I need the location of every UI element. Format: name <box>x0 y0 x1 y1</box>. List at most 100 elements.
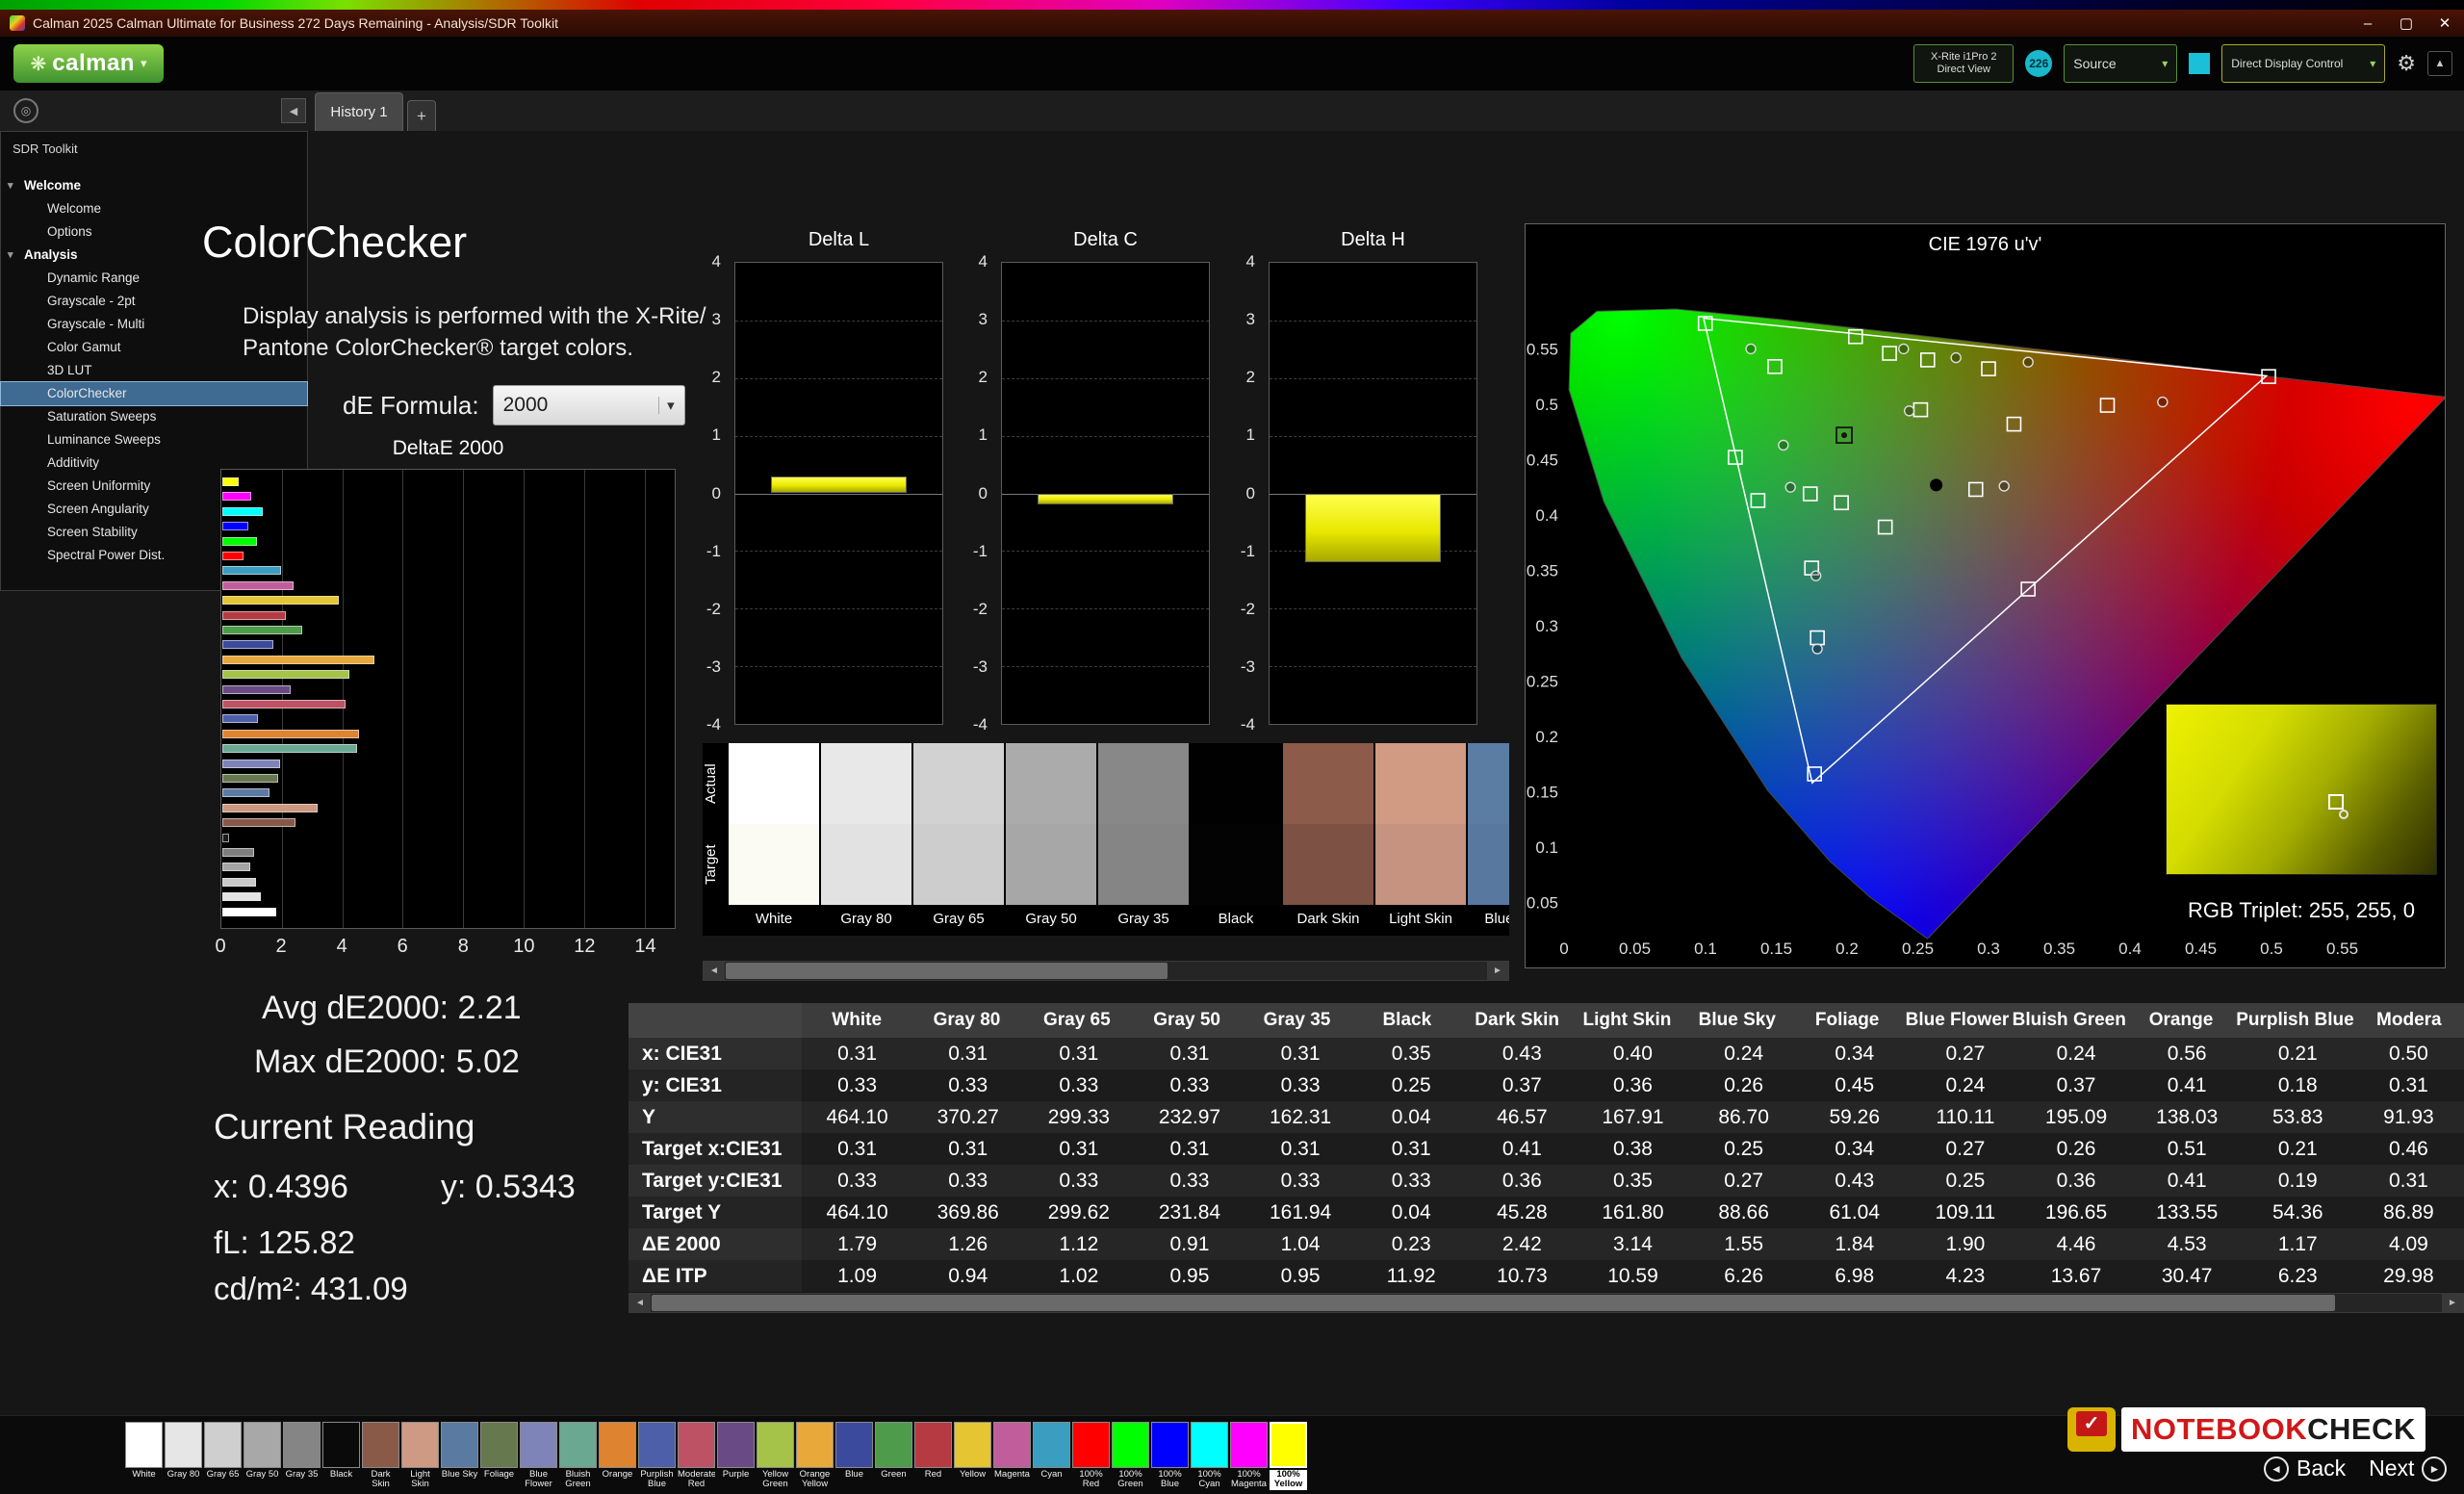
tab-label: History 1 <box>330 104 387 120</box>
patch-button-light-skin[interactable]: Light Skin <box>401 1422 439 1490</box>
axis-tick-label: 14 <box>634 936 655 958</box>
patch-button-gray-35[interactable]: Gray 35 <box>283 1422 321 1490</box>
display-control-selector[interactable]: Direct Display Control ▾ <box>2221 44 2385 83</box>
patch-button-gray-65[interactable]: Gray 65 <box>204 1422 242 1490</box>
table-cell: 0.24 <box>1688 1038 1799 1069</box>
target-swatch <box>1283 824 1373 905</box>
patch-button-gray-50[interactable]: Gray 50 <box>244 1422 281 1490</box>
scroll-left-icon[interactable]: ◄ <box>629 1294 651 1312</box>
patch-button-yellow-green[interactable]: Yellow Green <box>757 1422 794 1490</box>
settings-gear-icon[interactable]: ⚙ <box>2397 51 2416 76</box>
patch-button-100-green[interactable]: 100% Green <box>1112 1422 1149 1490</box>
patch-column-blue-sky[interactable]: Blue Sky <box>1468 743 1509 932</box>
patch-column-dark-skin[interactable]: Dark Skin <box>1283 743 1373 932</box>
scroll-right-icon[interactable]: ► <box>2442 1294 2463 1312</box>
patch-button-purple[interactable]: Purple <box>717 1422 755 1490</box>
patch-button-orange[interactable]: Orange <box>599 1422 636 1490</box>
sidebar-item-saturation-sweeps[interactable]: Saturation Sweeps <box>1 405 307 428</box>
scrollbar-track[interactable] <box>725 962 1487 980</box>
patch-button-magenta[interactable]: Magenta <box>993 1422 1031 1490</box>
patch-button-gray-80[interactable]: Gray 80 <box>165 1422 202 1490</box>
meter-status-badge[interactable]: 226 <box>2025 50 2052 77</box>
patch-button-bluish-green[interactable]: Bluish Green <box>559 1422 597 1490</box>
patch-button-red[interactable]: Red <box>914 1422 952 1490</box>
patch-button-dark-skin[interactable]: Dark Skin <box>362 1422 399 1490</box>
axis-tick-label: 0.05 <box>1619 940 1651 958</box>
scrollbar-thumb[interactable] <box>726 963 1168 979</box>
de-formula-dropdown[interactable]: 2000 ▾ <box>493 385 685 425</box>
table-cell: 0.33 <box>802 1165 912 1197</box>
source-selector[interactable]: Source ▾ <box>2064 44 2177 83</box>
patch-column-black[interactable]: Black <box>1191 743 1281 932</box>
collapse-panel-icon[interactable]: ▲ <box>2427 51 2452 76</box>
patch-button-purplish-blue[interactable]: Purplish Blue <box>638 1422 676 1490</box>
workspace-menu-button[interactable]: ◎ <box>13 98 38 123</box>
patch-column-gray-65[interactable]: Gray 65 <box>913 743 1004 932</box>
table-cell: 11.92 <box>1356 1260 1467 1292</box>
patch-column-gray-35[interactable]: Gray 35 <box>1098 743 1189 932</box>
table-cell: 0.23 <box>1356 1228 1467 1260</box>
actual-swatch <box>913 743 1004 824</box>
maximize-button[interactable]: ▢ <box>2387 10 2426 37</box>
minimize-button[interactable]: – <box>2348 10 2387 37</box>
patch-button-100-yellow[interactable]: 100% Yellow <box>1270 1422 1307 1490</box>
patch-button-blue[interactable]: Blue <box>835 1422 873 1490</box>
patch-button-cyan[interactable]: Cyan <box>1033 1422 1070 1490</box>
close-button[interactable]: ✕ <box>2426 10 2464 37</box>
scrollbar-track[interactable] <box>651 1294 2442 1312</box>
patch-button-blue-sky[interactable]: Blue Sky <box>441 1422 478 1490</box>
patch-button-orange-yellow[interactable]: Orange Yellow <box>796 1422 834 1490</box>
watermark-notebook: NOTEBOOK <box>2131 1412 2307 1447</box>
scroll-right-icon[interactable]: ► <box>1487 962 1508 980</box>
patch-button-100-cyan[interactable]: 100% Cyan <box>1191 1422 1228 1490</box>
patch-button-black[interactable]: Black <box>322 1422 360 1490</box>
deltae-chart-title: DeltaE 2000 <box>220 437 676 460</box>
sidebar-collapse-button[interactable]: ◀ <box>281 98 306 123</box>
table-cell: 1.79 <box>802 1228 912 1260</box>
patch-button-yellow[interactable]: Yellow <box>954 1422 991 1490</box>
patch-button-100-red[interactable]: 100% Red <box>1072 1422 1110 1490</box>
calman-logo-menu[interactable]: ❋ calman ▾ <box>13 44 164 83</box>
table-cell: 4.53 <box>2132 1228 2243 1260</box>
patch-label: Blue <box>835 1470 873 1490</box>
chart-title: Delta H <box>1269 229 1477 251</box>
patch-button-100-magenta[interactable]: 100% Magenta <box>1230 1422 1268 1490</box>
patch-button-foliage[interactable]: Foliage <box>480 1422 518 1490</box>
patch-button-green[interactable]: Green <box>875 1422 912 1490</box>
sidebar-item-welcome[interactable]: ▾Welcome <box>1 174 307 197</box>
patch-swatch <box>914 1422 952 1468</box>
back-label: Back <box>2297 1455 2346 1481</box>
patch-column-light-skin[interactable]: Light Skin <box>1375 743 1466 932</box>
caret-icon[interactable]: ▾ <box>8 244 13 267</box>
strip-scrollbar[interactable]: ◄ ► <box>703 961 1509 981</box>
sidebar-item-dynamic-range[interactable]: Dynamic Range <box>1 267 307 290</box>
patch-button-blue-flower[interactable]: Blue Flower <box>520 1422 557 1490</box>
scroll-left-icon[interactable]: ◄ <box>704 962 725 980</box>
patch-button-white[interactable]: White <box>125 1422 163 1490</box>
table-cell: 464.10 <box>802 1197 912 1228</box>
add-tab-button[interactable]: + <box>407 100 436 131</box>
patch-column-gray-80[interactable]: Gray 80 <box>821 743 911 932</box>
scrollbar-thumb[interactable] <box>652 1295 2335 1311</box>
caret-icon[interactable]: ▾ <box>8 174 13 197</box>
table-cell: 0.31 <box>912 1133 1023 1165</box>
patch-button-100-blue[interactable]: 100% Blue <box>1151 1422 1189 1490</box>
axis-tick-label: 0.45 <box>1527 451 1558 469</box>
patch-button-moderate-red[interactable]: Moderate Red <box>678 1422 715 1490</box>
back-button[interactable]: ◄ Back <box>2264 1455 2346 1481</box>
meter-selector[interactable]: X-Rite i1Pro 2 Direct View <box>1913 44 2014 83</box>
table-cell: 0.33 <box>802 1069 912 1101</box>
sidebar-item-colorchecker[interactable]: ColorChecker <box>1 382 307 405</box>
notebookcheck-watermark: NOTEBOOKCHECK <box>2067 1407 2426 1452</box>
table-cell: 0.33 <box>1023 1069 1134 1101</box>
table-cell: 13.67 <box>2020 1260 2131 1292</box>
table-cell: 45.28 <box>1467 1197 1578 1228</box>
patch-column-gray-50[interactable]: Gray 50 <box>1006 743 1096 932</box>
next-button[interactable]: Next ► <box>2369 1455 2447 1481</box>
patch-column-white[interactable]: White <box>729 743 819 932</box>
tab-history-1[interactable]: History 1 <box>315 92 403 131</box>
grid-line <box>1270 666 1476 667</box>
max-de2000-value: Max dE2000: 5.02 <box>254 1043 520 1081</box>
table-scrollbar[interactable]: ◄ ► <box>629 1293 2464 1313</box>
measured-marker <box>1779 440 1788 450</box>
